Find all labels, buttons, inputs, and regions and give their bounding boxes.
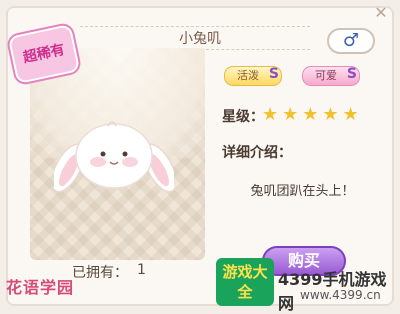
star-rating: ★★★★★ (262, 104, 363, 125)
trait-grade: S (346, 66, 357, 82)
owned-label: 已拥有： (72, 265, 128, 281)
stars-label: 星级： (222, 109, 264, 125)
game-logo: 花语学园 (6, 278, 75, 297)
trait-badge-lively: 活泼 S (224, 66, 282, 86)
trait-label: 活泼 (237, 69, 259, 82)
page-title: 小兔叽 (179, 31, 221, 47)
trait-grade: S (268, 66, 279, 82)
close-icon[interactable]: ✕ (370, 2, 392, 24)
trait-badge-cute: 可爱 S (302, 66, 360, 86)
item-description: 兔叽团趴在头上！ (250, 184, 355, 199)
intro-label: 详细介绍： (222, 145, 292, 161)
gender-male-icon[interactable]: ♂ (327, 28, 375, 54)
watermark-url: www.4399.cn (300, 288, 381, 302)
bunny-item-image (54, 121, 174, 193)
trait-label: 可爱 (315, 69, 337, 82)
watermark-logo: 游戏大全 (216, 258, 274, 306)
owned-count: 1 (137, 262, 146, 278)
